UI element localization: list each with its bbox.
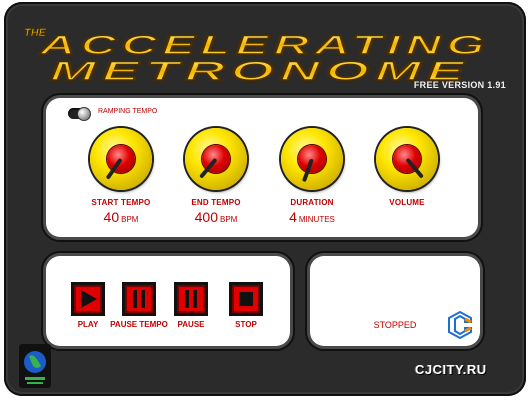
end-tempo-unit: BPM bbox=[220, 215, 238, 224]
pause-icon bbox=[185, 290, 197, 308]
end-tempo-knob[interactable] bbox=[185, 128, 247, 190]
start-tempo-control: START TEMPO 40 BPM bbox=[71, 128, 171, 225]
duration-knob[interactable] bbox=[281, 128, 343, 190]
stop-label: STOP bbox=[235, 320, 257, 329]
play-button[interactable] bbox=[71, 282, 105, 316]
duration-number: 4 bbox=[289, 209, 297, 225]
start-tempo-knob[interactable] bbox=[90, 128, 152, 190]
stop-button-face bbox=[232, 285, 260, 313]
start-tempo-label: START TEMPO bbox=[91, 198, 151, 207]
pause-button-face bbox=[177, 285, 205, 313]
developer-logo[interactable] bbox=[19, 344, 51, 388]
watermark-brand: CJCITY.RU bbox=[415, 362, 487, 377]
end-tempo-number: 400 bbox=[194, 209, 218, 225]
title-line2: METRONOME bbox=[50, 56, 470, 86]
play-button-face bbox=[74, 285, 102, 313]
start-tempo-unit: BPM bbox=[121, 215, 139, 224]
volume-label: VOLUME bbox=[389, 198, 425, 207]
end-tempo-label: END TEMPO bbox=[191, 198, 241, 207]
transport-panel: PLAY PAUSE TEMPO PAUSE STOP bbox=[46, 256, 290, 346]
play-icon bbox=[81, 290, 97, 308]
volume-value bbox=[357, 209, 457, 225]
globe-logo-icon bbox=[24, 351, 46, 384]
settings-panel: RAMPING TEMPO START TEMPO 40 BPM END TEMP… bbox=[46, 98, 478, 237]
pause-icon bbox=[133, 290, 145, 308]
duration-value: 4 MINUTES bbox=[262, 209, 362, 225]
duration-unit: MINUTES bbox=[298, 215, 335, 224]
pause-button[interactable] bbox=[174, 282, 208, 316]
sync-icon bbox=[448, 310, 472, 340]
end-tempo-control: END TEMPO 400 BPM bbox=[166, 128, 266, 225]
ramping-tempo-toggle[interactable] bbox=[68, 107, 91, 121]
pause-tempo-label: PAUSE TEMPO bbox=[110, 320, 168, 329]
volume-knob[interactable] bbox=[376, 128, 438, 190]
stop-icon bbox=[239, 292, 253, 306]
duration-control: DURATION 4 MINUTES bbox=[262, 128, 362, 225]
version-label: FREE VERSION 1.91 bbox=[413, 80, 506, 90]
metronome-window: THE ACCELERATING METRONOME FREE VERSION … bbox=[4, 2, 526, 396]
ramping-tempo-label: RAMPING TEMPO bbox=[98, 108, 158, 115]
pause-tempo-button-face bbox=[125, 285, 153, 313]
start-tempo-value: 40 BPM bbox=[71, 209, 171, 225]
pause-label: PAUSE bbox=[177, 320, 205, 329]
toggle-knob bbox=[77, 107, 91, 121]
volume-control: VOLUME bbox=[357, 128, 457, 225]
end-tempo-value: 400 BPM bbox=[166, 209, 266, 225]
pause-tempo-button[interactable] bbox=[122, 282, 156, 316]
duration-label: DURATION bbox=[290, 198, 334, 207]
stop-button[interactable] bbox=[229, 282, 263, 316]
start-tempo-number: 40 bbox=[103, 209, 120, 225]
